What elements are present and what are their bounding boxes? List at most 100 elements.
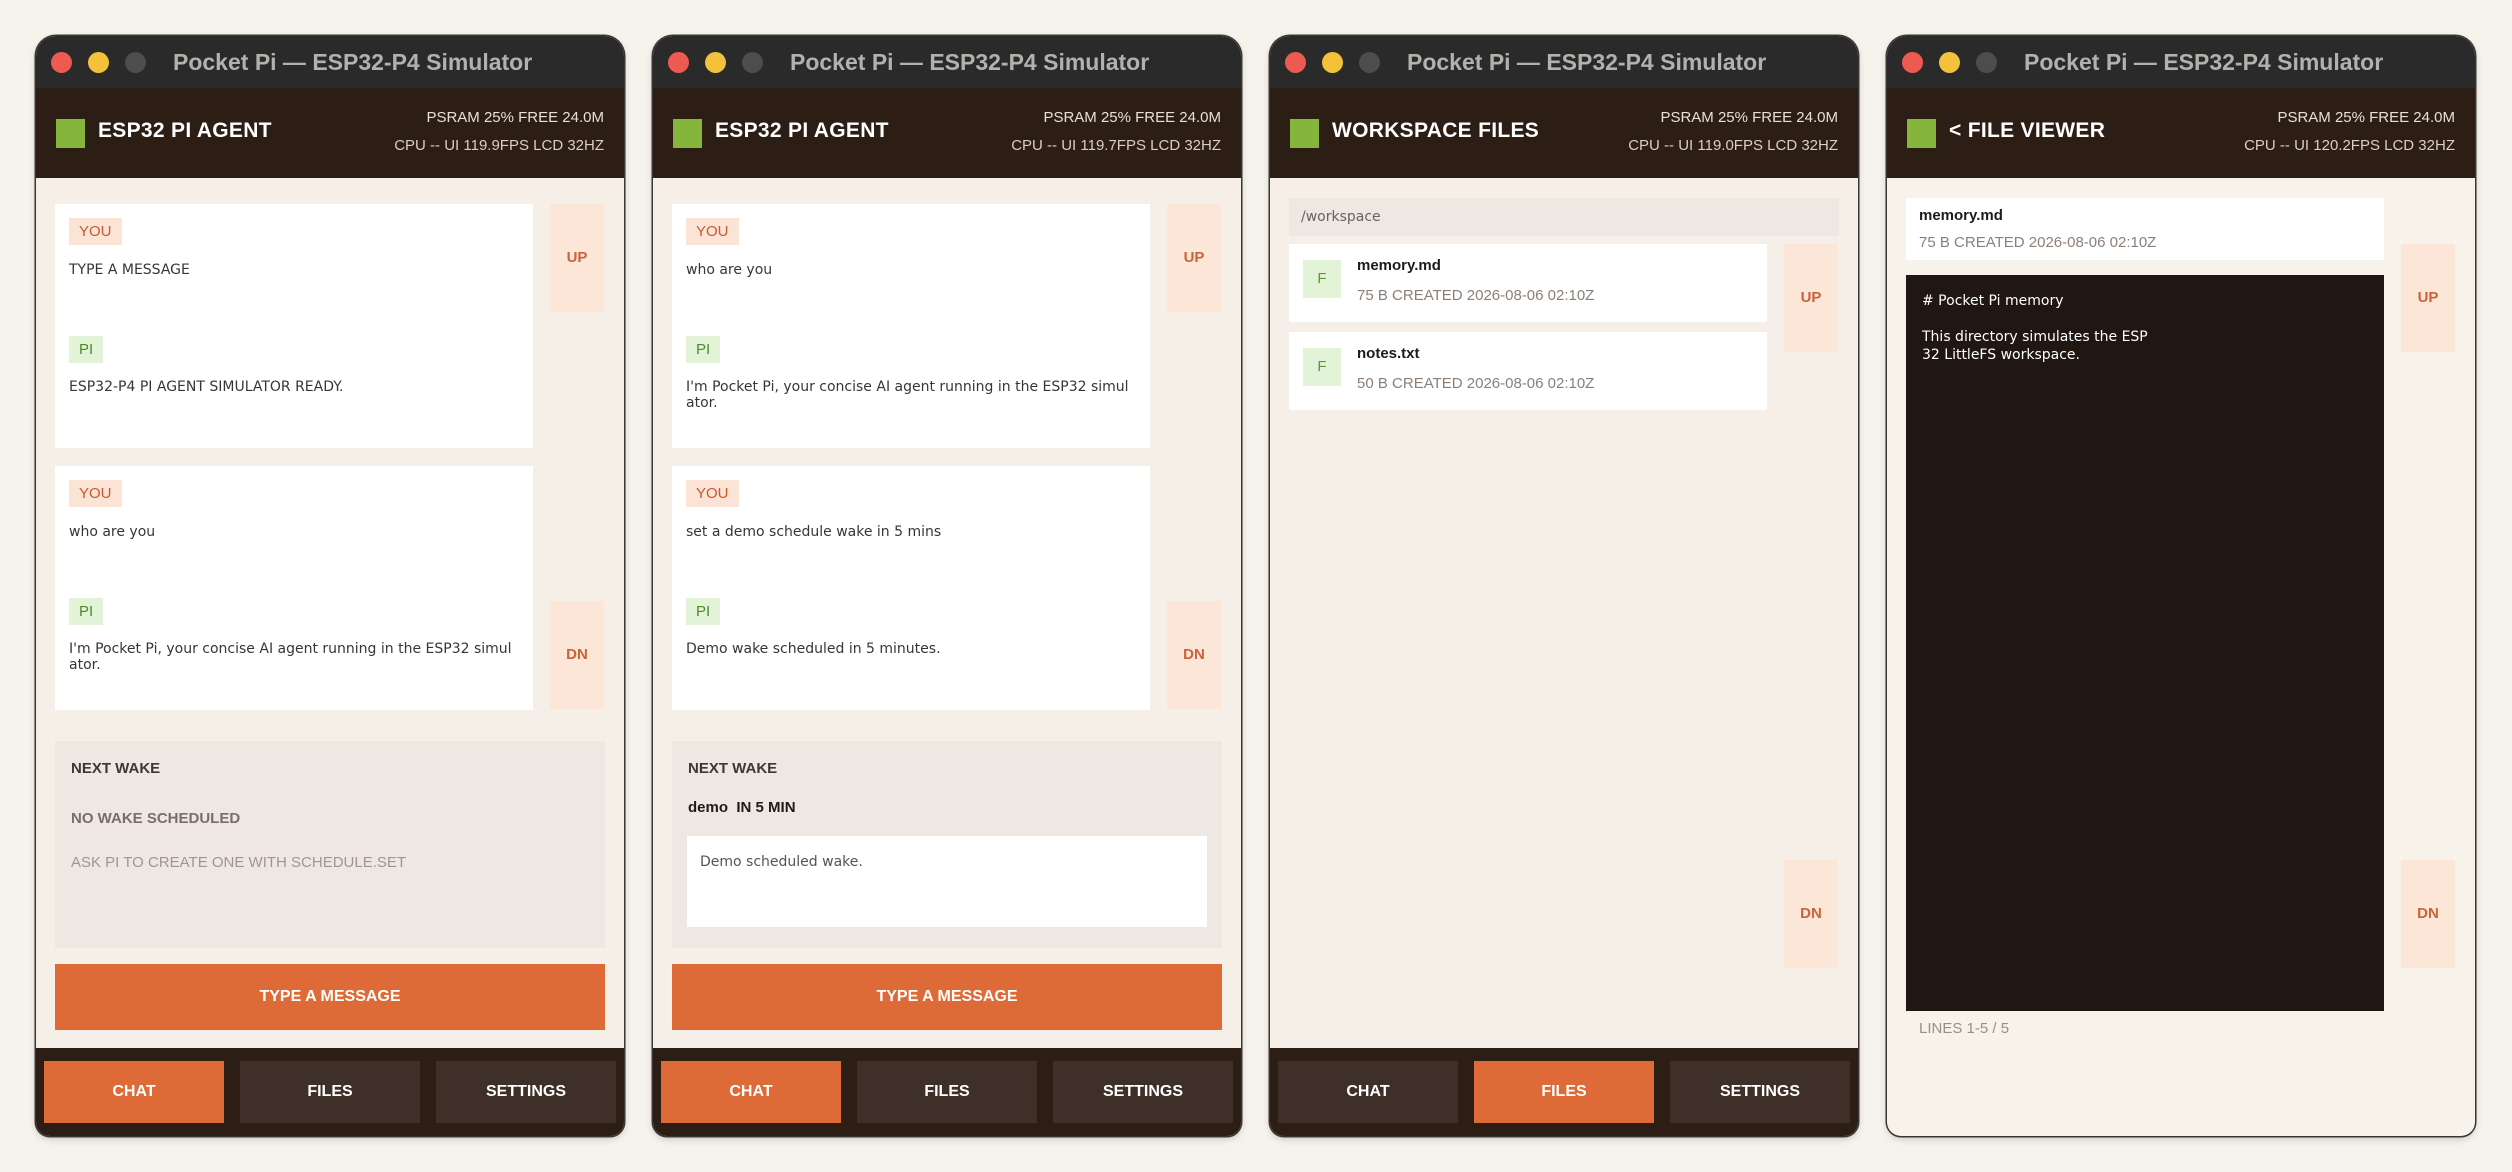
tab-chat[interactable]: CHAT bbox=[1278, 1061, 1458, 1123]
chat-message-card: YOU who are you PI I'm Pocket Pi, your c… bbox=[672, 204, 1150, 448]
zoom-window-button[interactable] bbox=[1976, 52, 1997, 73]
minimize-window-button[interactable] bbox=[705, 52, 726, 73]
user-message: set a demo schedule wake in 5 mins bbox=[686, 524, 942, 540]
minimize-window-button[interactable] bbox=[88, 52, 109, 73]
wake-hint: ASK PI TO CREATE ONE WITH SCHEDULE.SET bbox=[71, 854, 407, 871]
window-title: Pocket Pi — ESP32-P4 Simulator bbox=[173, 49, 533, 75]
app-header: ESP32 PI AGENT PSRAM 25% FREE 24.0M CPU … bbox=[653, 88, 1241, 178]
close-window-button[interactable] bbox=[1285, 52, 1306, 73]
user-message: TYPE A MESSAGE bbox=[69, 262, 190, 278]
title-bar: Pocket Pi — ESP32-P4 Simulator bbox=[653, 36, 1241, 88]
scroll-up-button[interactable]: UP bbox=[1167, 204, 1221, 312]
you-tag: YOU bbox=[686, 480, 739, 507]
scroll-down-button[interactable]: DN bbox=[1784, 860, 1838, 968]
wake-when: IN 5 MIN bbox=[736, 799, 796, 816]
pi-tag: PI bbox=[69, 598, 104, 625]
window-title: Pocket Pi — ESP32-P4 Simulator bbox=[1407, 49, 1767, 75]
page-title: ESP32 PI AGENT bbox=[715, 119, 889, 142]
tab-bar: CHAT FILES SETTINGS bbox=[1270, 1048, 1858, 1136]
minimize-window-button[interactable] bbox=[1939, 52, 1960, 73]
tab-settings[interactable]: SETTINGS bbox=[1670, 1061, 1850, 1123]
file-row-notes[interactable]: F notes.txt 50 B CREATED 2026-08-06 02:1… bbox=[1289, 332, 1767, 410]
file-name: notes.txt bbox=[1357, 345, 1420, 362]
tab-chat[interactable]: CHAT bbox=[661, 1061, 841, 1123]
zoom-window-button[interactable] bbox=[1359, 52, 1380, 73]
next-wake-heading: NEXT WAKE bbox=[71, 760, 161, 777]
close-window-button[interactable] bbox=[51, 52, 72, 73]
file-meta: 75 B CREATED 2026-08-06 02:10Z bbox=[1357, 287, 1595, 304]
perf-stats: CPU -- UI 119.9FPS LCD 32HZ bbox=[394, 137, 604, 154]
wake-name: demo bbox=[688, 799, 729, 816]
file-name: memory.md bbox=[1357, 257, 1441, 274]
tab-bar: CHAT FILES SETTINGS bbox=[653, 1048, 1241, 1136]
you-tag: YOU bbox=[69, 480, 122, 507]
status-square-icon bbox=[1290, 119, 1319, 148]
wake-note-card: Demo scheduled wake. bbox=[687, 836, 1207, 927]
status-square-icon bbox=[56, 119, 85, 148]
window-title: Pocket Pi — ESP32-P4 Simulator bbox=[790, 49, 1150, 75]
pi-message: ESP32-P4 PI AGENT SIMULATOR READY. bbox=[69, 379, 344, 395]
pi-tag: PI bbox=[69, 336, 104, 363]
tab-files[interactable]: FILES bbox=[240, 1061, 420, 1123]
user-message: who are you bbox=[686, 262, 773, 278]
tab-files[interactable]: FILES bbox=[857, 1061, 1037, 1123]
wake-note: Demo scheduled wake. bbox=[700, 854, 863, 870]
tab-bar: CHAT FILES SETTINGS bbox=[36, 1048, 624, 1136]
perf-stats: CPU -- UI 120.2FPS LCD 32HZ bbox=[2244, 137, 2455, 154]
workspace-path: /workspace bbox=[1289, 198, 1839, 236]
simulator-window-chat-1: Pocket Pi — ESP32-P4 Simulator ESP32 PI … bbox=[36, 36, 624, 1136]
file-icon: F bbox=[1303, 260, 1341, 298]
status-square-icon bbox=[673, 119, 702, 148]
tab-settings[interactable]: SETTINGS bbox=[1053, 1061, 1233, 1123]
you-tag: YOU bbox=[686, 218, 739, 245]
scroll-down-button[interactable]: DN bbox=[2401, 860, 2455, 968]
tab-settings[interactable]: SETTINGS bbox=[436, 1061, 616, 1123]
user-message: who are you bbox=[69, 524, 156, 540]
zoom-window-button[interactable] bbox=[125, 52, 146, 73]
file-row-memory[interactable]: F memory.md 75 B CREATED 2026-08-06 02:1… bbox=[1289, 244, 1767, 322]
next-wake-heading: NEXT WAKE bbox=[688, 760, 778, 777]
scroll-up-button[interactable]: UP bbox=[2401, 244, 2455, 352]
perf-stats: CPU -- UI 119.7FPS LCD 32HZ bbox=[1011, 137, 1221, 154]
title-bar: Pocket Pi — ESP32-P4 Simulator bbox=[1887, 36, 2475, 88]
next-wake-panel: NEXT WAKE demo IN 5 MIN Demo scheduled w… bbox=[672, 741, 1222, 948]
file-meta: 50 B CREATED 2026-08-06 02:10Z bbox=[1357, 375, 1595, 392]
line-range-label: LINES 1-5 / 5 bbox=[1919, 1020, 2010, 1037]
window-title: Pocket Pi — ESP32-P4 Simulator bbox=[2024, 49, 2384, 75]
file-icon: F bbox=[1303, 348, 1341, 386]
scroll-up-button[interactable]: UP bbox=[550, 204, 604, 312]
file-name: memory.md bbox=[1919, 207, 2003, 224]
close-window-button[interactable] bbox=[668, 52, 689, 73]
zoom-window-button[interactable] bbox=[742, 52, 763, 73]
app-header: < FILE VIEWER PSRAM 25% FREE 24.0M CPU -… bbox=[1887, 88, 2475, 178]
tab-chat[interactable]: CHAT bbox=[44, 1061, 224, 1123]
memory-stats: PSRAM 25% FREE 24.0M bbox=[1660, 109, 1838, 126]
type-message-button[interactable]: TYPE A MESSAGE bbox=[672, 964, 1222, 1030]
pi-tag: PI bbox=[686, 598, 721, 625]
perf-stats: CPU -- UI 119.0FPS LCD 32HZ bbox=[1628, 137, 1838, 154]
pi-message: I'm Pocket Pi, your concise AI agent run… bbox=[69, 641, 512, 673]
minimize-window-button[interactable] bbox=[1322, 52, 1343, 73]
scroll-down-button[interactable]: DN bbox=[550, 601, 604, 709]
file-meta: 75 B CREATED 2026-08-06 02:10Z bbox=[1919, 234, 2157, 251]
scroll-up-button[interactable]: UP bbox=[1784, 244, 1838, 352]
chat-message-card: YOU set a demo schedule wake in 5 mins P… bbox=[672, 466, 1150, 710]
app-header: WORKSPACE FILES PSRAM 25% FREE 24.0M CPU… bbox=[1270, 88, 1858, 178]
wake-status: NO WAKE SCHEDULED bbox=[71, 810, 241, 827]
memory-stats: PSRAM 25% FREE 24.0M bbox=[426, 109, 604, 126]
close-window-button[interactable] bbox=[1902, 52, 1923, 73]
title-bar: Pocket Pi — ESP32-P4 Simulator bbox=[36, 36, 624, 88]
next-wake-panel: NEXT WAKE NO WAKE SCHEDULED ASK PI TO CR… bbox=[55, 741, 605, 948]
back-button[interactable]: < FILE VIEWER bbox=[1949, 119, 2105, 143]
chat-message-card: YOU TYPE A MESSAGE PI ESP32-P4 PI AGENT … bbox=[55, 204, 533, 448]
tab-files[interactable]: FILES bbox=[1474, 1061, 1654, 1123]
status-square-icon bbox=[1907, 119, 1936, 148]
pi-tag: PI bbox=[686, 336, 721, 363]
scroll-down-button[interactable]: DN bbox=[1167, 601, 1221, 709]
file-header: memory.md 75 B CREATED 2026-08-06 02:10Z bbox=[1906, 198, 2384, 260]
wake-entry: demo IN 5 MIN bbox=[688, 799, 796, 816]
page-title: ESP32 PI AGENT bbox=[98, 119, 272, 142]
simulator-window-files: Pocket Pi — ESP32-P4 Simulator WORKSPACE… bbox=[1270, 36, 1858, 1136]
app-header: ESP32 PI AGENT PSRAM 25% FREE 24.0M CPU … bbox=[36, 88, 624, 178]
type-message-button[interactable]: TYPE A MESSAGE bbox=[55, 964, 605, 1030]
